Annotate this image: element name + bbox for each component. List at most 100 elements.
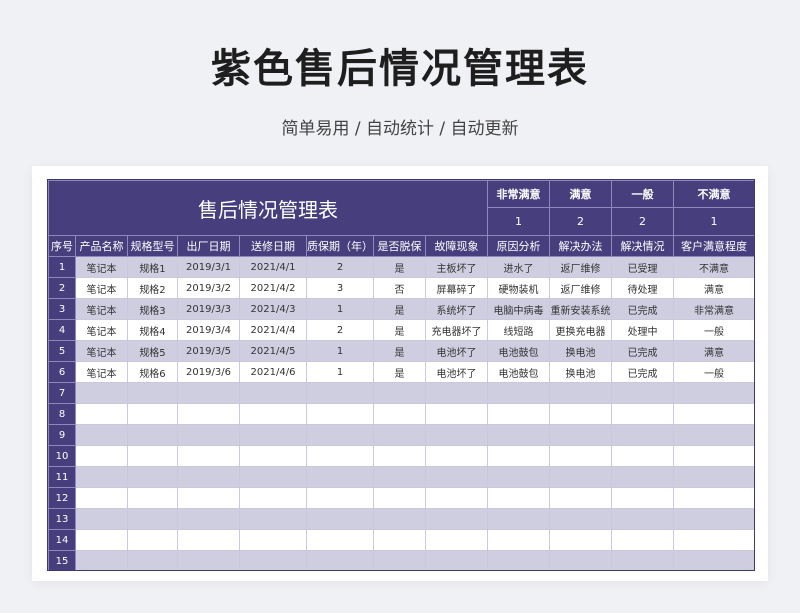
table-cell[interactable]: [487, 508, 550, 530]
table-cell[interactable]: [425, 529, 488, 551]
table-cell[interactable]: [306, 382, 374, 404]
table-cell[interactable]: 2: [306, 319, 374, 341]
table-cell[interactable]: [549, 529, 612, 551]
table-cell[interactable]: [75, 382, 128, 404]
column-header[interactable]: 原因分析: [487, 235, 550, 257]
table-cell[interactable]: 规格6: [127, 361, 178, 383]
table-cell[interactable]: [425, 466, 488, 488]
row-number-cell[interactable]: 6: [48, 361, 76, 383]
table-cell[interactable]: [75, 487, 128, 509]
table-cell[interactable]: [425, 445, 488, 467]
table-cell[interactable]: 电池坏了: [425, 361, 488, 383]
table-cell[interactable]: [487, 487, 550, 509]
table-cell[interactable]: [549, 466, 612, 488]
column-header[interactable]: 解决情况: [611, 235, 674, 257]
table-cell[interactable]: 3: [306, 277, 374, 299]
table-cell[interactable]: [611, 382, 674, 404]
table-cell[interactable]: 硬物装机: [487, 277, 550, 299]
table-cell[interactable]: [425, 382, 488, 404]
table-cell[interactable]: 电脑中病毒: [487, 298, 550, 320]
row-number-cell[interactable]: 15: [48, 550, 76, 570]
table-cell[interactable]: [673, 550, 754, 570]
table-cell[interactable]: [75, 466, 128, 488]
table-cell[interactable]: [306, 403, 374, 425]
table-cell[interactable]: [127, 508, 178, 530]
table-cell[interactable]: [373, 382, 426, 404]
table-cell[interactable]: [306, 508, 374, 530]
table-cell[interactable]: 更换充电器: [549, 319, 612, 341]
table-cell[interactable]: 待处理: [611, 277, 674, 299]
table-cell[interactable]: 笔记本: [75, 361, 128, 383]
table-cell[interactable]: 2021/4/1: [239, 256, 307, 278]
table-cell[interactable]: 2021/4/6: [239, 361, 307, 383]
table-cell[interactable]: 进水了: [487, 256, 550, 278]
table-cell[interactable]: [611, 424, 674, 446]
table-cell[interactable]: [549, 445, 612, 467]
table-cell[interactable]: 是: [373, 340, 426, 362]
table-cell[interactable]: 换电池: [549, 361, 612, 383]
table-cell[interactable]: 不满意: [673, 256, 754, 278]
table-cell[interactable]: [611, 487, 674, 509]
table-cell[interactable]: 屏幕碎了: [425, 277, 488, 299]
table-cell[interactable]: [239, 424, 307, 446]
row-number-cell[interactable]: 11: [48, 466, 76, 488]
table-cell[interactable]: 1: [306, 298, 374, 320]
table-cell[interactable]: 非常满意: [673, 298, 754, 320]
table-cell[interactable]: 规格1: [127, 256, 178, 278]
column-header[interactable]: 出厂日期: [177, 235, 240, 257]
table-cell[interactable]: [373, 529, 426, 551]
table-cell[interactable]: 返厂维修: [549, 277, 612, 299]
table-cell[interactable]: 是: [373, 319, 426, 341]
table-cell[interactable]: 一般: [673, 361, 754, 383]
table-cell[interactable]: [127, 466, 178, 488]
table-cell[interactable]: 2019/3/5: [177, 340, 240, 362]
table-cell[interactable]: 一般: [673, 319, 754, 341]
table-cell[interactable]: [306, 487, 374, 509]
table-cell[interactable]: [373, 445, 426, 467]
table-cell[interactable]: 笔记本: [75, 298, 128, 320]
table-cell[interactable]: 满意: [673, 277, 754, 299]
table-cell[interactable]: [239, 403, 307, 425]
table-cell[interactable]: 换电池: [549, 340, 612, 362]
table-cell[interactable]: [127, 550, 178, 570]
row-number-cell[interactable]: 3: [48, 298, 76, 320]
table-cell[interactable]: 否: [373, 277, 426, 299]
table-cell[interactable]: [425, 403, 488, 425]
table-cell[interactable]: 规格2: [127, 277, 178, 299]
column-header[interactable]: 解决办法: [549, 235, 612, 257]
table-cell[interactable]: [425, 550, 488, 570]
table-cell[interactable]: [75, 550, 128, 570]
table-cell[interactable]: [487, 403, 550, 425]
table-cell[interactable]: [373, 550, 426, 570]
table-cell[interactable]: [177, 445, 240, 467]
table-cell[interactable]: [487, 550, 550, 570]
table-cell[interactable]: [177, 424, 240, 446]
table-cell[interactable]: [673, 382, 754, 404]
table-cell[interactable]: [239, 382, 307, 404]
row-number-cell[interactable]: 5: [48, 340, 76, 362]
table-cell[interactable]: [673, 487, 754, 509]
row-number-cell[interactable]: 4: [48, 319, 76, 341]
table-cell[interactable]: [425, 487, 488, 509]
table-cell[interactable]: 线短路: [487, 319, 550, 341]
table-cell[interactable]: 重新安装系统: [549, 298, 612, 320]
table-cell[interactable]: [673, 403, 754, 425]
table-cell[interactable]: 充电器坏了: [425, 319, 488, 341]
table-cell[interactable]: [177, 529, 240, 551]
table-cell[interactable]: [611, 550, 674, 570]
table-cell[interactable]: [487, 529, 550, 551]
table-cell[interactable]: [75, 529, 128, 551]
table-cell[interactable]: [549, 487, 612, 509]
table-cell[interactable]: 是: [373, 256, 426, 278]
table-cell[interactable]: 1: [306, 361, 374, 383]
table-cell[interactable]: 2019/3/3: [177, 298, 240, 320]
table-cell[interactable]: 电池鼓包: [487, 340, 550, 362]
table-cell[interactable]: [306, 550, 374, 570]
column-header[interactable]: 是否脱保: [373, 235, 426, 257]
table-cell[interactable]: 返厂维修: [549, 256, 612, 278]
table-cell[interactable]: [75, 445, 128, 467]
table-cell[interactable]: 2019/3/6: [177, 361, 240, 383]
table-cell[interactable]: [373, 424, 426, 446]
table-cell[interactable]: 规格3: [127, 298, 178, 320]
table-cell[interactable]: [373, 487, 426, 509]
